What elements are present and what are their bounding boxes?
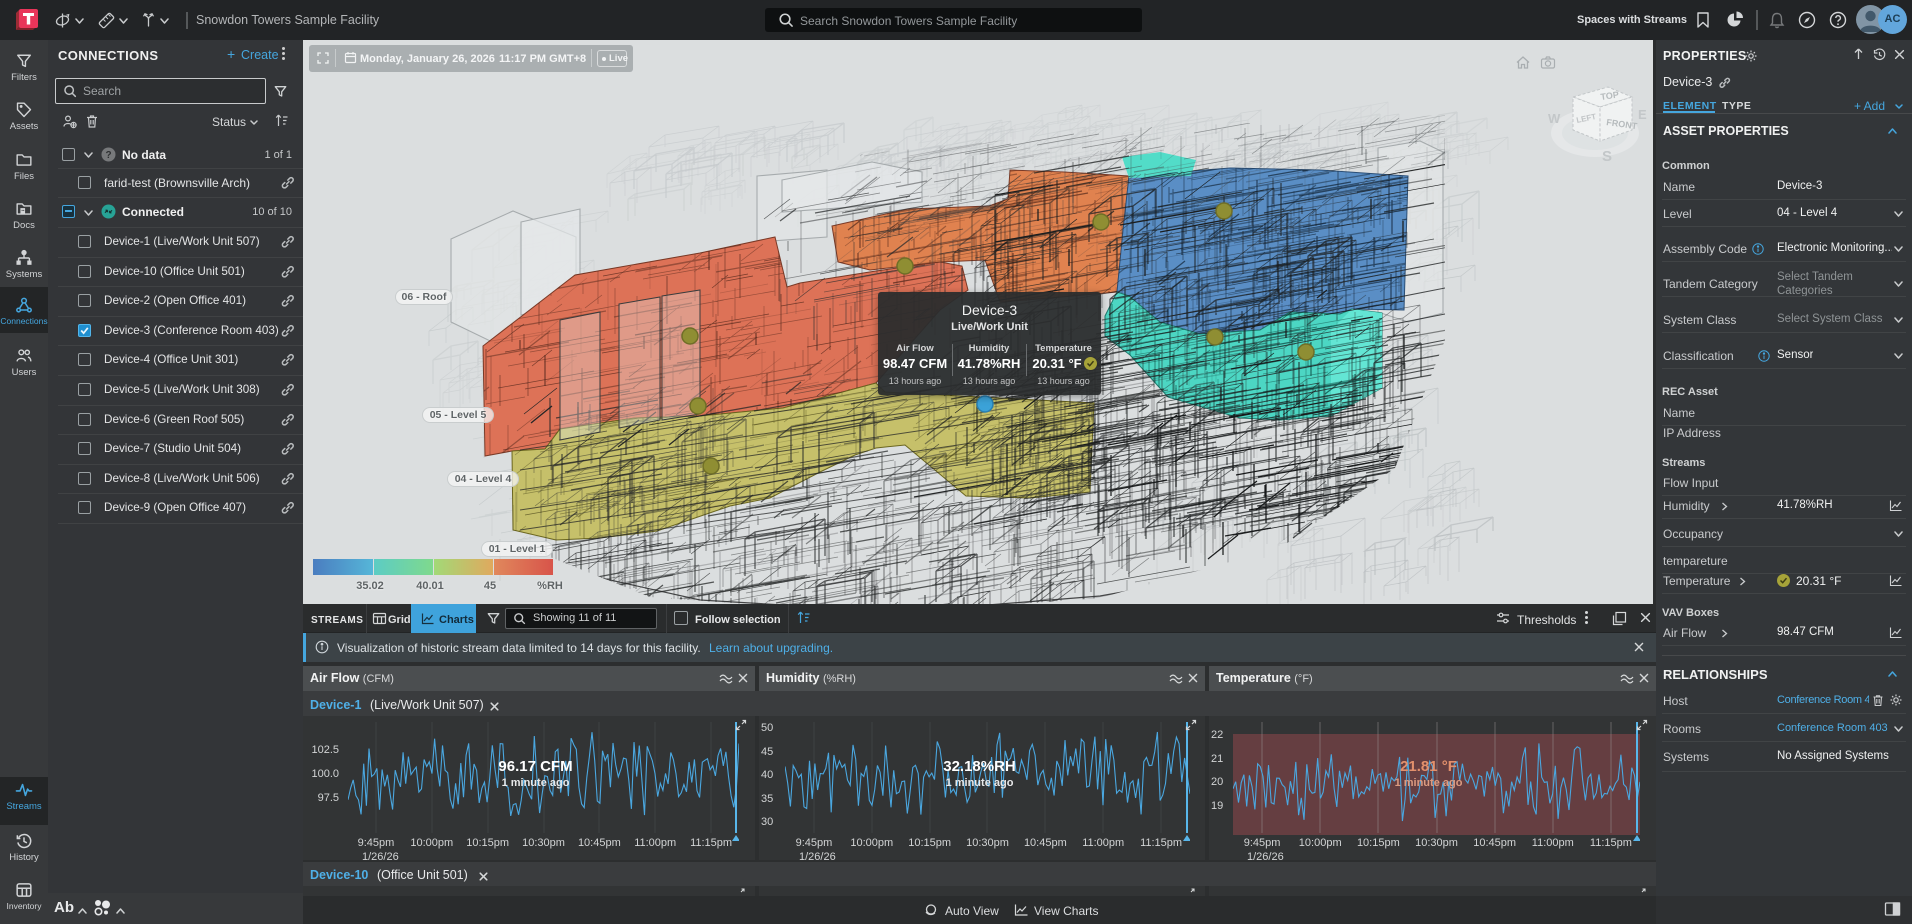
svg-text:?: ?: [105, 150, 111, 161]
svg-text:W: W: [1548, 111, 1561, 126]
svg-text:E: E: [1638, 107, 1647, 122]
svg-text:S: S: [1602, 148, 1612, 165]
